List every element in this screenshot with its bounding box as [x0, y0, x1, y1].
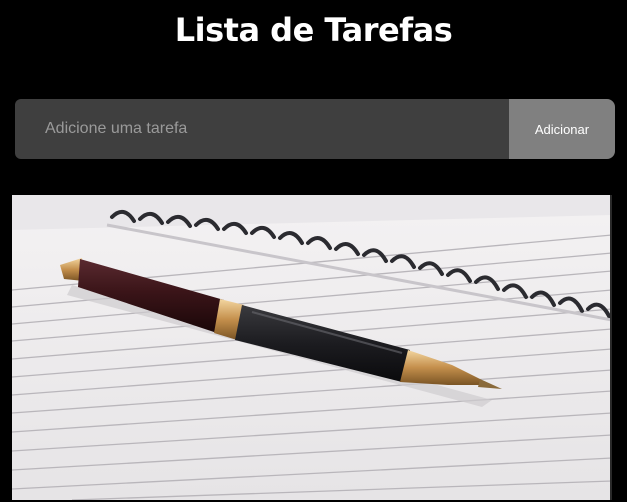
- page-title: Lista de Tarefas: [174, 11, 453, 49]
- notebook-pen-image: [12, 195, 612, 500]
- todo-page: Lista de Tarefas Adicionar: [0, 0, 627, 502]
- add-task-button[interactable]: Adicionar: [509, 99, 615, 159]
- task-input[interactable]: [15, 99, 509, 159]
- notebook-pen-illustration: [12, 195, 612, 500]
- add-task-form: Adicionar: [15, 99, 615, 159]
